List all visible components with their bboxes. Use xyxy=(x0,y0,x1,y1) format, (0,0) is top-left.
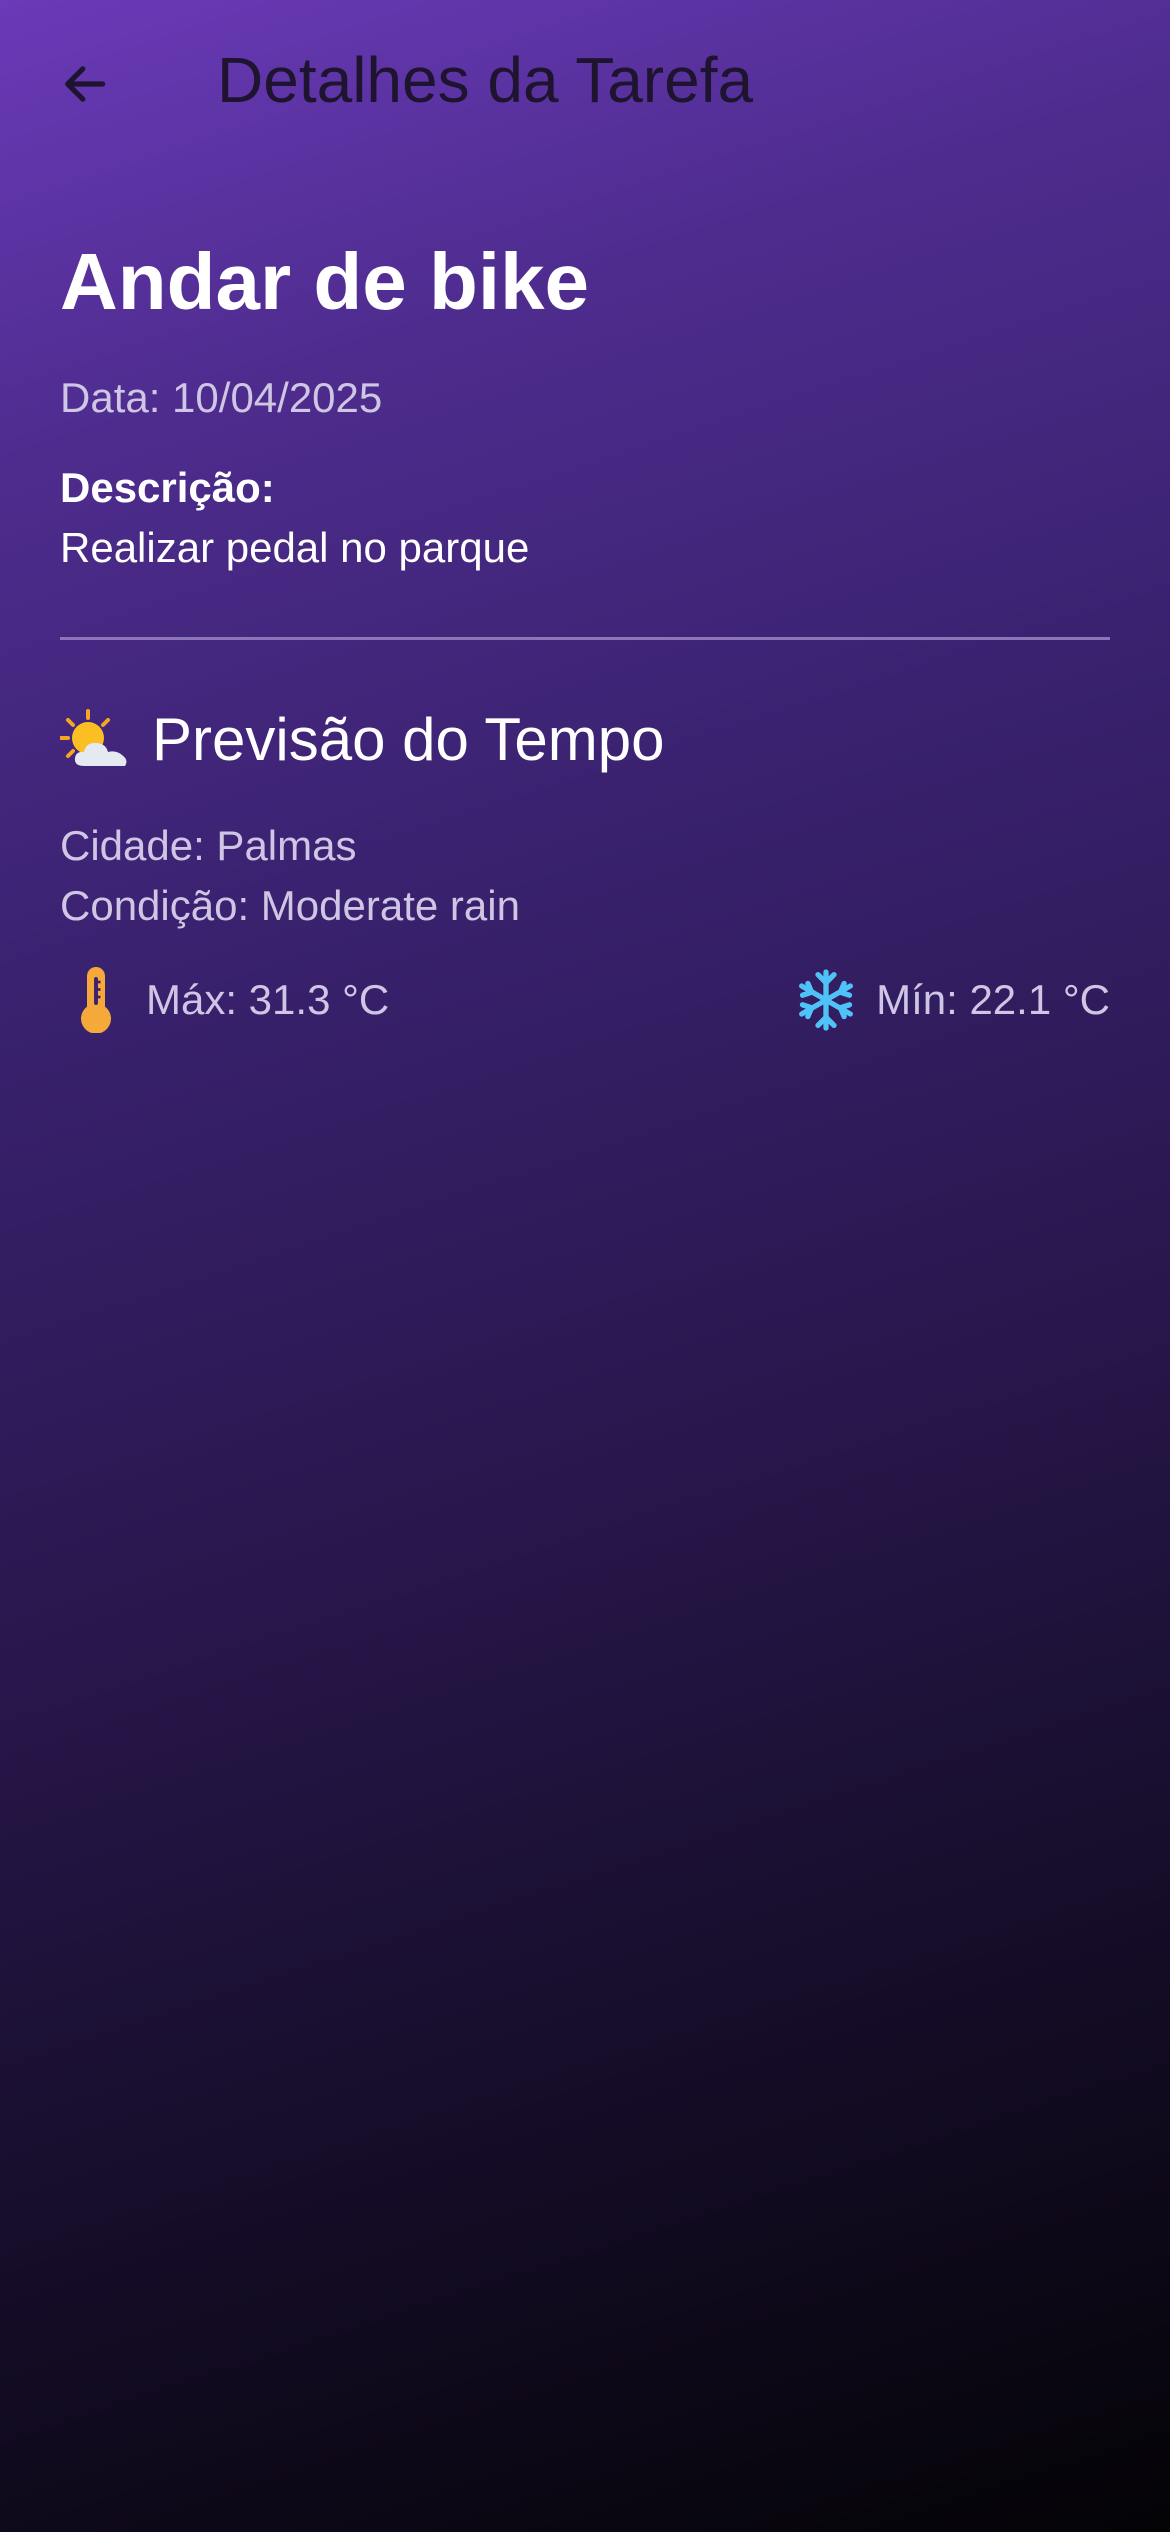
thermometer-icon xyxy=(81,967,111,1033)
weather-title: Previsão do Tempo xyxy=(152,706,665,773)
task-title: Andar de bike xyxy=(60,237,590,326)
min-temperature: Mín: 22.1 °C xyxy=(794,965,1110,1035)
app-bar: Detalhes da Tarefa xyxy=(0,0,1170,165)
task-date: Data: 10/04/2025 xyxy=(60,374,383,421)
back-button[interactable] xyxy=(44,44,124,124)
description-label: Descrição: xyxy=(60,464,275,511)
description-text: Realizar pedal no parque xyxy=(60,524,530,571)
page-title: Detalhes da Tarefa xyxy=(217,44,754,116)
divider xyxy=(60,637,1110,640)
weather-condition: Condição: Moderate rain xyxy=(60,882,520,929)
weather-city: Cidade: Palmas xyxy=(60,822,357,869)
arrow-back-icon xyxy=(65,66,106,102)
snowflake-icon xyxy=(799,969,854,1031)
sun-behind-cloud-icon xyxy=(60,709,127,766)
max-temperature-text: Máx: 31.3 °C xyxy=(146,976,390,1023)
weather-heading: Previsão do Tempo xyxy=(60,700,665,780)
task-details-screen: Detalhes da Tarefa Andar de bike Data: 1… xyxy=(0,0,1170,2532)
min-temperature-text: Mín: 22.1 °C xyxy=(876,976,1110,1023)
max-temperature: Máx: 31.3 °C xyxy=(60,965,389,1035)
